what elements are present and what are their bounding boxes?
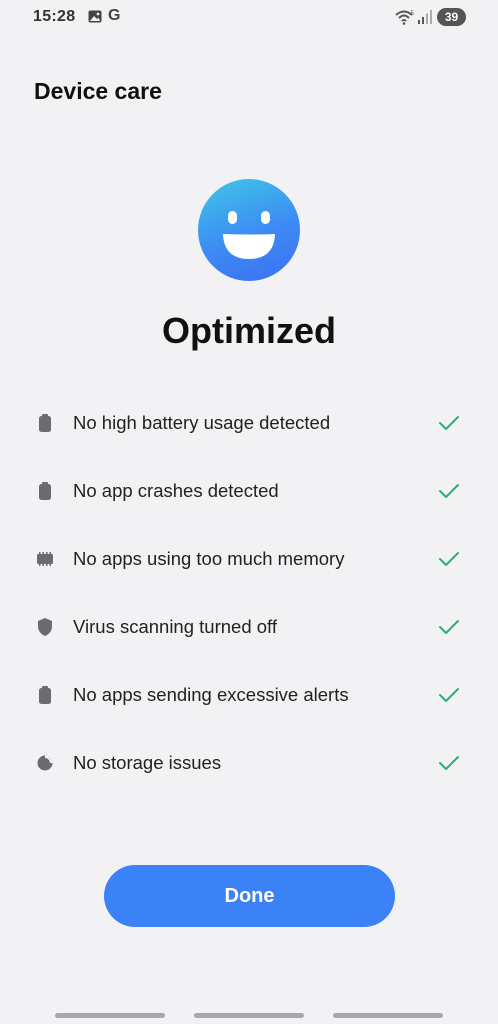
check-item-app-crashes: No app crashes detected [0,457,498,525]
battery-icon [39,686,51,704]
signal-icon [418,10,432,24]
check-item-memory: No apps using too much memory [0,525,498,593]
check-list: No high battery usage detected No app cr… [0,389,498,797]
nav-recents-handle[interactable] [55,1013,165,1018]
status-time: 15:28 [33,8,76,25]
battery-level-badge: 39 [437,8,466,26]
shield-icon [38,618,52,636]
check-label: No apps using too much memory [73,548,345,569]
check-label: No high battery usage detected [73,412,331,433]
battery-icon [39,414,51,432]
checkmark-icon [439,484,459,498]
gallery-icon [88,10,102,23]
checkmark-icon [439,416,459,430]
checkmark-icon [439,552,459,566]
nav-back-handle[interactable] [333,1013,443,1018]
check-label: No apps sending excessive alerts [73,684,349,705]
memory-chip-icon [37,552,53,566]
svg-text:5: 5 [411,11,415,17]
check-label: No app crashes detected [73,480,279,501]
check-label: Virus scanning turned off [73,616,277,637]
battery-icon [39,482,51,500]
checkmark-icon [439,620,459,634]
nav-home-handle[interactable] [194,1013,304,1018]
check-label: No storage issues [73,752,222,773]
wifi-icon: 5 [395,10,415,25]
smiley-face-icon [198,179,300,281]
check-item-storage: No storage issues [0,729,498,797]
google-icon: G [108,7,121,24]
pie-chart-icon [37,755,53,771]
status-bar: 15:28 G 5 39 [0,0,498,36]
navigation-bar [0,1010,498,1024]
checkmark-icon [439,688,459,702]
check-item-battery: No high battery usage detected [0,389,498,457]
done-button[interactable]: Done [104,865,395,927]
check-item-virus-scan: Virus scanning turned off [0,593,498,661]
check-item-alerts: No apps sending excessive alerts [0,661,498,729]
page-title: Device care [34,78,162,104]
checkmark-icon [439,756,459,770]
status-heading: Optimized [161,310,336,351]
